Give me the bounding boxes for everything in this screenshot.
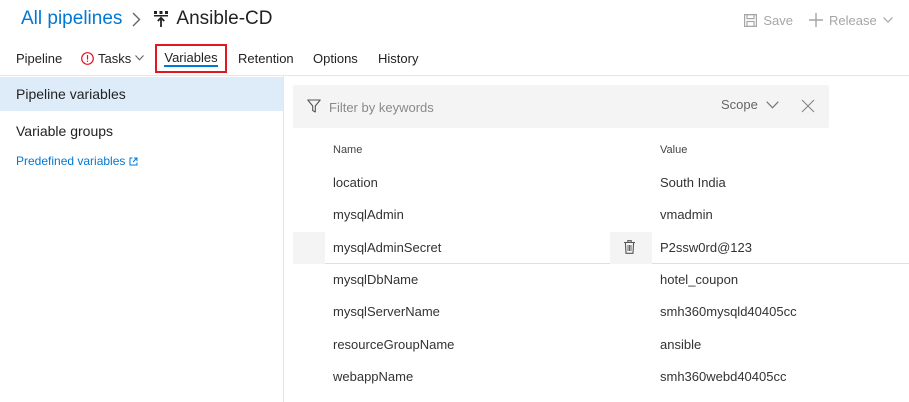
- save-label: Save: [763, 12, 793, 28]
- external-link-icon: [129, 157, 138, 166]
- variable-value: South India: [660, 175, 726, 190]
- table-row[interactable]: mysqlDbName hotel_coupon: [293, 264, 909, 296]
- plus-icon: [809, 13, 823, 27]
- chevron-right-icon: [132, 12, 141, 27]
- tab-options-label: Options: [313, 50, 358, 66]
- scope-label: Scope: [721, 97, 758, 112]
- variable-name: location: [333, 175, 378, 190]
- tab-retention[interactable]: Retention: [238, 44, 294, 72]
- filter-bar: Scope: [293, 85, 829, 128]
- release-pipeline-icon: [153, 10, 169, 28]
- variable-name: mysqlDbName: [333, 272, 419, 287]
- left-nav: Pipeline variables Variable groups Prede…: [0, 76, 284, 402]
- tab-retention-label: Retention: [238, 50, 294, 66]
- variable-value: smh360webd40405cc: [660, 369, 787, 384]
- variable-name: mysqlAdminSecret: [333, 240, 442, 255]
- tab-options[interactable]: Options: [313, 44, 358, 72]
- nav-pipeline-variables-label: Pipeline variables: [16, 86, 126, 102]
- tab-variables-label: Variables: [164, 50, 218, 67]
- variable-name: mysqlAdmin: [333, 207, 404, 222]
- tab-pipeline[interactable]: Pipeline: [16, 44, 62, 72]
- tab-pipeline-label: Pipeline: [16, 50, 63, 66]
- chevron-down-icon: [766, 100, 779, 109]
- predefined-variables-link[interactable]: Predefined variables: [16, 154, 138, 168]
- nav-variable-groups[interactable]: Variable groups: [0, 116, 283, 146]
- column-header-name[interactable]: Name: [333, 144, 362, 156]
- tab-history-label: History: [378, 50, 419, 66]
- tab-variables[interactable]: Variables: [155, 44, 227, 73]
- variable-value: ansible: [660, 337, 702, 352]
- page-title: Ansible-CD: [176, 8, 273, 29]
- warning-icon: [81, 51, 94, 65]
- variable-name: mysqlServerName: [333, 304, 440, 319]
- chevron-down-icon: [882, 17, 893, 23]
- variable-value: smh360mysqld40405cc: [660, 304, 797, 319]
- filter-icon: [307, 99, 321, 113]
- variable-name: webappName: [333, 369, 414, 384]
- trash-icon[interactable]: [624, 240, 635, 254]
- save-button[interactable]: Save: [744, 13, 793, 28]
- tab-tasks[interactable]: Tasks: [81, 44, 145, 72]
- variable-value: vmadmin: [660, 207, 713, 222]
- tab-tasks-label: Tasks: [98, 50, 132, 66]
- variable-value: hotel_coupon: [660, 272, 739, 287]
- table-row[interactable]: mysqlAdmin vmadmin: [293, 199, 909, 231]
- predefined-variables-label: Predefined variables: [16, 154, 126, 168]
- table-row[interactable]: mysqlServerName smh360mysqld40405cc: [293, 296, 909, 328]
- save-icon: [744, 13, 758, 27]
- variable-value: P2ssw0rd@123: [660, 240, 752, 255]
- variable-name: resourceGroupName: [333, 337, 455, 352]
- release-button[interactable]: Release: [809, 13, 909, 28]
- tab-history[interactable]: History: [378, 44, 418, 72]
- breadcrumb: All pipelines Ansible-CD: [21, 6, 273, 32]
- table-row[interactable]: webappName smh360webd40405cc: [293, 361, 909, 393]
- clear-filter-icon[interactable]: [801, 99, 815, 113]
- release-label: Release: [829, 12, 877, 28]
- nav-variable-groups-label: Variable groups: [16, 123, 114, 139]
- chevron-down-icon: [135, 55, 145, 61]
- breadcrumb-all-pipelines[interactable]: All pipelines: [21, 8, 122, 30]
- table-row[interactable]: resourceGroupName ansible: [293, 329, 909, 361]
- nav-pipeline-variables[interactable]: Pipeline variables: [0, 77, 283, 111]
- scope-dropdown[interactable]: Scope: [721, 97, 779, 112]
- header: All pipelines Ansible-CD Save Release: [0, 0, 909, 40]
- header-actions: Save Release: [744, 10, 909, 30]
- table-row-selected[interactable]: mysqlAdminSecret P2ssw0rd@123: [293, 232, 909, 264]
- column-header-value[interactable]: Value: [660, 144, 687, 156]
- filter-input[interactable]: [329, 95, 669, 119]
- table-row[interactable]: location South India: [293, 167, 909, 199]
